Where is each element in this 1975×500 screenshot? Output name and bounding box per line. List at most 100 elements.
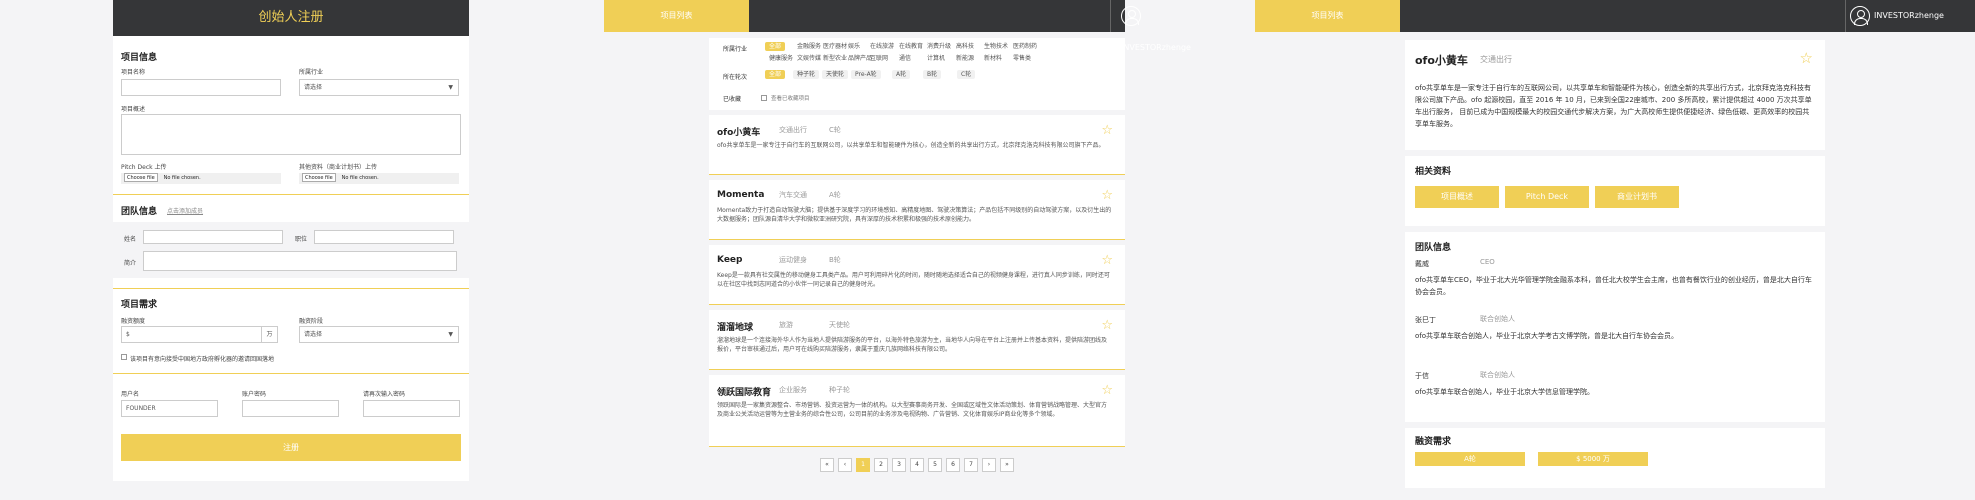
stage-select[interactable]: 请选择 ▼ [299,326,459,343]
page-button[interactable]: ‹ [838,458,852,472]
member-role: 联合创始人 [1480,315,1515,323]
filter-chip-industry[interactable]: 消费升级 [923,42,955,51]
password-confirm-input[interactable] [363,400,460,417]
filter-chip-industry[interactable]: 零售类 [1009,54,1035,63]
filter-chip-industry[interactable]: 高科技 [952,42,978,51]
pagination: « ‹ 1 2 3 4 5 6 7 › » [820,458,1014,472]
divider [1110,0,1111,32]
project-card[interactable]: Momenta 汽车交通 A轮 ☆ Momenta致力于打造自动驾驶大脑；提供基于深度学… [709,180,1125,240]
pitch-deck-label: Pitch Deck 上传 [121,164,167,171]
project-category: 企业服务 [779,386,807,394]
filter-chip-round[interactable]: C轮 [957,70,976,79]
funding-round-badge: A轮 [1415,452,1525,466]
page-button[interactable]: 2 [874,458,888,472]
no-file-text: No file chosen. [163,175,201,181]
project-card[interactable]: 溜溜地球 旅游 天使轮 ☆ 溜溜地球是一个连接海外华人作为当地人提供陪游服务的平台，以海… [709,310,1125,370]
divider [1845,0,1846,32]
project-name[interactable]: 溜溜地球 [717,320,753,333]
chevron-down-icon: ▼ [448,84,453,91]
project-name-input[interactable] [121,79,281,96]
industry-select[interactable]: 请选择 ▼ [299,79,459,96]
avatar-icon [1121,5,1141,26]
filter-chip-industry[interactable]: 新能源 [952,54,978,63]
star-icon[interactable]: ☆ [1101,188,1113,203]
project-name[interactable]: 领跃国际教育 [717,385,771,398]
name-label: 姓名 [124,236,137,243]
page-button[interactable]: « [820,458,834,472]
filter-chip-round[interactable]: 天使轮 [822,70,849,79]
favorited-checkbox[interactable] [761,95,767,101]
page-button[interactable]: 1 [856,458,870,472]
star-icon[interactable]: ☆ [1101,253,1113,268]
project-round: A轮 [829,191,841,199]
demand-heading: 项目需求 [121,300,158,310]
overview-textarea[interactable] [121,114,461,155]
filter-chip-industry[interactable]: 医药制药 [1009,42,1041,51]
filter-chip-round[interactable]: Pre-A轮 [851,70,881,79]
member-name: 于信 [1415,372,1429,380]
amount-label: 融资额度 [121,318,146,325]
filter-chip-industry[interactable]: 互联网 [866,54,892,63]
page-button[interactable]: 5 [928,458,942,472]
name-input[interactable] [143,230,283,244]
other-docs-upload[interactable]: Choose file No file chosen. [299,173,459,184]
star-icon[interactable]: ☆ [1101,383,1113,398]
filter-round-label: 所在轮次 [723,74,748,81]
username-label: 用户名 [121,391,140,398]
project-category: 交通出行 [1480,55,1512,64]
filter-chip-industry[interactable]: 在线旅游 [866,42,898,51]
star-icon[interactable]: ☆ [1101,123,1113,138]
filter-chip-round[interactable]: 全部 [765,70,786,79]
funding-heading: 融资需求 [1415,437,1452,447]
intro-input[interactable] [143,251,457,271]
add-member-link[interactable]: 点击添加成员 [167,206,203,215]
password-label: 账户密码 [242,391,267,398]
pitch-deck-upload[interactable]: Choose file No file chosen. [121,173,281,184]
tab-project-list[interactable]: 项目列表 [604,0,749,32]
filter-chip-round[interactable]: B轮 [923,70,942,79]
user-menu[interactable]: INVESTORzhenge [1850,0,1944,32]
project-name[interactable]: Keep [717,255,742,265]
page-button[interactable]: » [1000,458,1014,472]
filter-chip-round[interactable]: A轮 [892,70,911,79]
detail-panel: 项目列表 INVESTORzhenge ofo小黄车 交通出行 ☆ ofo共享单… [1255,0,1975,500]
choose-file-button[interactable]: Choose file [124,173,158,182]
doc-button-business-plan[interactable]: 商业计划书 [1595,186,1679,208]
filter-chip-industry[interactable]: 新材料 [980,54,1006,63]
funding-card: 融资需求 A轮 $ 5000 万 [1405,428,1825,488]
register-submit-button[interactable]: 注册 [121,434,461,461]
username-input[interactable]: FOUNDER [121,400,218,417]
position-input[interactable] [314,230,454,244]
project-card[interactable]: 领跃国际教育 企业服务 种子轮 ☆ 领跃国际是一家集资源整合、市场营销、投资运营为一体的… [709,375,1125,447]
page-button[interactable]: 4 [910,458,924,472]
page-button[interactable]: 6 [946,458,960,472]
page-button[interactable]: 7 [964,458,978,472]
amount-input[interactable]: $ 万 [121,326,278,343]
project-card[interactable]: ofo小黄车 交通出行 C轮 ☆ ofo共享单车是一家专注于自行车的互联网公司，以共享单… [709,115,1125,175]
choose-file-button[interactable]: Choose file [302,173,336,182]
project-description: Momenta致力于打造自动驾驶大脑；提供基于深度学习的环境感知、高精度地图、驾… [717,207,1112,223]
filter-chip-industry[interactable]: 全部 [765,42,786,51]
doc-button-overview[interactable]: 项目概述 [1415,186,1499,208]
divider [113,373,469,374]
project-name[interactable]: ofo小黄车 [717,125,760,138]
incubator-checkbox[interactable] [121,354,127,360]
star-icon[interactable]: ☆ [1101,318,1113,333]
project-card[interactable]: Keep 运动健身 B轮 ☆ Keep是一款具有社交属性的移动健身工具类产品。用户可利用… [709,245,1125,305]
filter-chip-industry[interactable]: 娱乐 [844,42,864,51]
filter-chip-industry[interactable]: 生物技术 [980,42,1012,51]
project-name[interactable]: Momenta [717,190,764,200]
doc-button-pitch-deck[interactable]: Pitch Deck [1505,186,1589,208]
user-menu[interactable]: INVESTORzhenge [1121,0,1191,52]
page-button[interactable]: › [982,458,996,472]
filter-chip-industry[interactable]: 通信 [895,54,915,63]
password-input[interactable] [242,400,339,417]
page-button[interactable]: 3 [892,458,906,472]
filter-box: 所属行业 所在轮次 已收藏 查看已收藏项目 全部 金融服务 医疗器材 娱乐 在线旅游 在线… [709,38,1125,110]
tab-project-list[interactable]: 项目列表 [1255,0,1400,32]
project-name-label: 项目名称 [121,69,146,76]
filter-industry-label: 所属行业 [723,46,748,53]
filter-chip-industry[interactable]: 计算机 [923,54,949,63]
star-icon[interactable]: ☆ [1800,49,1813,67]
filter-chip-round[interactable]: 种子轮 [793,70,820,79]
